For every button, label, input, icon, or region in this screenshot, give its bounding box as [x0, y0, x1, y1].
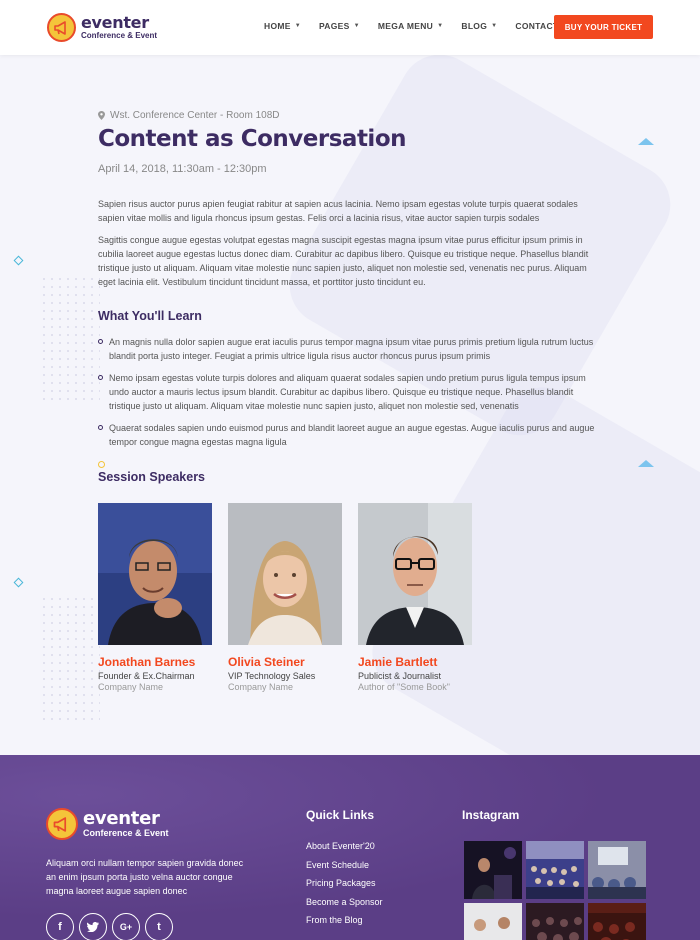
- footer-link[interactable]: Pricing Packages: [306, 878, 383, 897]
- nav-label: PAGES: [318, 21, 350, 31]
- bullet-icon: [98, 375, 103, 380]
- social-links: f G+ t: [46, 913, 178, 940]
- footer-link[interactable]: Become a Sponsor: [306, 897, 383, 916]
- instagram-photo[interactable]: [464, 903, 522, 940]
- speaker-name[interactable]: Jonathan Barnes: [98, 655, 212, 669]
- session-main: Wst. Conference Center - Room 108D Conte…: [0, 55, 700, 755]
- speaker-card[interactable]: Jonathan Barnes Founder & Ex.Chairman Co…: [98, 503, 212, 692]
- speakers-heading: Session Speakers: [98, 470, 206, 484]
- instagram-photo[interactable]: [464, 841, 522, 899]
- triangle-decoration-icon: [638, 460, 654, 467]
- speaker-name[interactable]: Jamie Bartlett: [358, 655, 472, 669]
- chevron-down-icon: ▼: [294, 23, 301, 29]
- dot-pattern: [40, 595, 100, 725]
- speaker-company: Author of "Some Book": [358, 682, 450, 692]
- instagram-photo[interactable]: [526, 841, 584, 899]
- quick-links-list: About Eventer'20 Event Schedule Pricing …: [306, 841, 383, 934]
- speaker-card[interactable]: Olivia Steiner VIP Technology Sales Comp…: [228, 503, 342, 692]
- speaker-company: Company Name: [228, 682, 294, 692]
- logo-name: eventer: [83, 808, 160, 829]
- list-item-text: An magnis nulla dolor sapien augue erat …: [109, 337, 594, 361]
- nav-label: MEGA MENU: [377, 21, 434, 31]
- body-paragraph: Sagittis congue augue egestas volutpat e…: [98, 235, 589, 287]
- tumblr-icon[interactable]: t: [145, 913, 173, 940]
- quick-links-heading: Quick Links: [306, 808, 375, 822]
- speaker-role: Founder & Ex.Chairman: [98, 671, 195, 681]
- bullet-icon: [98, 425, 103, 430]
- diamond-decoration-icon: [13, 577, 24, 588]
- speaker-photo[interactable]: [98, 503, 212, 645]
- diamond-decoration-icon: [13, 255, 24, 266]
- footer-about: Aliquam orci nullam tempor sapien gravid…: [46, 858, 244, 896]
- location-pin-icon: [98, 111, 105, 120]
- nav-item-home[interactable]: HOME ▼: [264, 21, 301, 31]
- speaker-company: Company Name: [98, 682, 164, 692]
- megaphone-icon: [47, 13, 76, 42]
- logo-tagline: Conference & Event: [83, 828, 169, 838]
- ring-decoration-icon: [98, 461, 105, 468]
- megaphone-icon: [46, 808, 78, 840]
- nav-label: HOME: [264, 21, 291, 31]
- speaker-role: VIP Technology Sales: [228, 671, 316, 681]
- nav-item-mega-menu[interactable]: MEGA MENU ▼: [378, 21, 444, 31]
- speaker-photo[interactable]: [228, 503, 342, 645]
- nav-label: BLOG: [461, 21, 488, 31]
- location-text: Wst. Conference Center - Room 108D: [110, 110, 280, 121]
- learn-heading: What You'll Learn: [98, 309, 202, 323]
- list-item: An magnis nulla dolor sapien augue erat …: [98, 335, 603, 363]
- instagram-grid: [464, 841, 646, 940]
- instagram-heading: Instagram: [462, 808, 520, 822]
- site-footer: eventer Conference & Event Aliquam orci …: [0, 755, 700, 940]
- footer-link[interactable]: Event Schedule: [306, 860, 383, 879]
- triangle-decoration-icon: [638, 138, 654, 145]
- instagram-photo[interactable]: [588, 841, 646, 899]
- learn-list: An magnis nulla dolor sapien augue erat …: [98, 335, 603, 457]
- site-logo[interactable]: eventer Conference & Event: [47, 13, 157, 42]
- footer-link[interactable]: From the Blog: [306, 915, 383, 934]
- twitter-icon[interactable]: [79, 913, 107, 940]
- dot-pattern: [40, 275, 100, 405]
- speaker-name[interactable]: Olivia Steiner: [228, 655, 342, 669]
- main-nav: HOME▼ PAGES▼ MEGA MENU▼ BLOG▼ CONTACTS▼: [264, 21, 593, 31]
- page-title: Content as Conversation: [98, 126, 407, 152]
- chevron-down-icon: ▼: [491, 23, 498, 29]
- buy-ticket-button[interactable]: BUY YOUR TICKET: [554, 15, 653, 39]
- logo-tagline: Conference & Event: [81, 31, 158, 40]
- logo-name: eventer: [81, 13, 149, 32]
- nav-item-blog[interactable]: BLOG ▼: [461, 21, 497, 31]
- bullet-icon: [98, 339, 103, 344]
- list-item: Nemo ipsam egestas volute turpis dolores…: [98, 371, 603, 413]
- google-plus-icon[interactable]: G+: [112, 913, 140, 940]
- footer-logo[interactable]: eventer Conference & Event: [46, 808, 169, 840]
- instagram-photo[interactable]: [588, 903, 646, 940]
- chevron-down-icon: ▼: [437, 23, 444, 29]
- footer-link[interactable]: About Eventer'20: [306, 841, 383, 860]
- speakers-grid: Jonathan Barnes Founder & Ex.Chairman Co…: [98, 503, 488, 692]
- intro-paragraph: Sapien risus auctor purus apien feugiat …: [98, 199, 578, 223]
- site-header: eventer Conference & Event HOME ▼ PAGES ▼ …: [0, 0, 700, 55]
- speaker-role: Publicist & Journalist: [358, 671, 442, 681]
- speaker-card[interactable]: Jamie Bartlett Publicist & Journalist Au…: [358, 503, 472, 692]
- session-location: Wst. Conference Center - Room 108D: [98, 110, 280, 121]
- nav-item-pages[interactable]: PAGES ▼: [319, 21, 360, 31]
- chevron-down-icon: ▼: [353, 23, 360, 29]
- facebook-icon[interactable]: f: [46, 913, 74, 940]
- speaker-photo[interactable]: [358, 503, 472, 645]
- instagram-photo[interactable]: [526, 903, 584, 940]
- list-item-text: Quaerat sodales sapien undo euismod puru…: [109, 423, 595, 447]
- list-item: Quaerat sodales sapien undo euismod puru…: [98, 421, 603, 449]
- list-item-text: Nemo ipsam egestas volute turpis dolores…: [109, 373, 586, 411]
- session-date: April 14, 2018, 11:30am - 12:30pm: [98, 163, 267, 175]
